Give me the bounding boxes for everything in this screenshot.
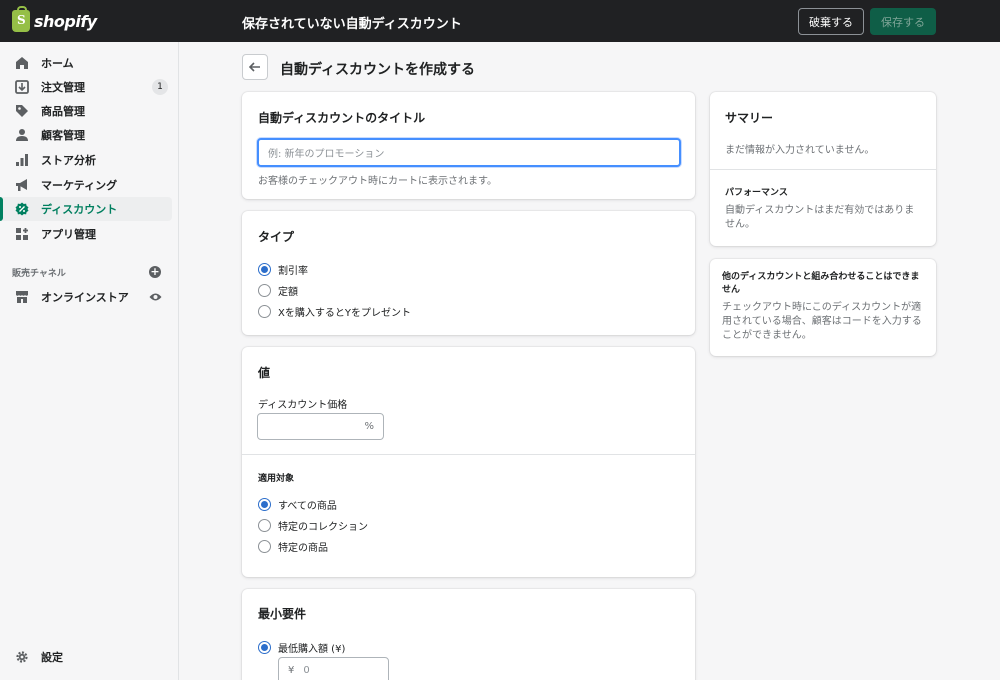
type-card: タイプ 割引率 定額 Xを購入するとYをプレゼント [242,211,695,335]
sidebar-item-marketing[interactable]: マーケティング [0,173,172,197]
radio-label: すべての商品 [278,501,337,512]
home-icon [15,56,29,70]
minimum-requirements-card: 最小要件 最低購入額 (¥) ¥ 0 [242,589,695,680]
sidebar-item-label: ストア分析 [41,154,96,167]
divider [242,454,695,455]
sidebar-item-orders[interactable]: 注文管理 1 [0,75,172,99]
person-icon [15,128,29,142]
applies-option-collections[interactable]: 特定のコレクション [258,518,368,533]
amount-value: 0 [303,665,310,676]
page-title: 自動ディスカウントを作成する [280,62,476,78]
radio-label: 特定のコレクション [278,522,368,533]
summary-card: サマリー まだ情報が入力されていません。 パフォーマンス 自動ディスカウントはま… [710,92,936,246]
add-channel-icon[interactable]: + [149,266,161,278]
minimum-amount-input[interactable]: ¥ 0 [278,657,389,680]
sidebar-item-label: 注文管理 [41,81,85,94]
top-bar: shopify 保存されていない自動ディスカウント 破棄する 保存する [0,0,1000,42]
gear-icon [15,650,29,664]
save-button[interactable]: 保存する [870,8,936,35]
type-option-percentage[interactable]: 割引率 [258,262,308,277]
analytics-icon [15,153,29,167]
unsaved-title: 保存されていない自動ディスカウント [242,17,462,32]
radio-label: Xを購入するとYをプレゼント [278,308,411,319]
radio[interactable] [258,540,271,553]
sidebar-item-analytics[interactable]: ストア分析 [0,148,172,172]
radio-checked[interactable] [258,498,271,511]
shopping-bag-icon [12,6,30,32]
applies-to-heading: 適用対象 [258,474,295,484]
shopify-logo[interactable]: shopify [0,6,178,32]
sidebar: ホーム 注文管理 1 商品管理 顧客管理 ストア分析 マーケティング ディスカウ… [0,42,179,680]
radio[interactable] [258,284,271,297]
discount-price-label: ディスカウント価格 [258,400,348,411]
radio-label: 割引率 [278,266,308,277]
applies-option-all-products[interactable]: すべての商品 [258,497,337,512]
performance-heading: パフォーマンス [725,188,788,198]
discount-price-input[interactable]: % [257,413,384,440]
orders-count-badge: 1 [152,79,168,95]
radio-label: 最低購入額 (¥) [278,644,346,655]
percent-suffix: % [364,421,374,432]
orders-icon [15,80,29,94]
discount-title-input[interactable]: 例: 新年のプロモーション [257,138,681,167]
applies-option-products[interactable]: 特定の商品 [258,539,328,554]
type-option-fixed[interactable]: 定額 [258,283,298,298]
sidebar-item-online-store[interactable]: オンラインストア [0,285,172,309]
tag-icon [15,104,29,118]
sidebar-item-label: 商品管理 [41,105,85,118]
sidebar-item-discounts[interactable]: ディスカウント [0,197,172,221]
arrow-left-icon [249,62,260,72]
sidebar-item-label: 設定 [41,651,63,664]
performance-text: 自動ディスカウントはまだ有効ではありません。 [725,205,915,230]
sidebar-item-label: 顧客管理 [41,129,85,142]
combination-card: 他のディスカウントと組み合わせることはできません チェックアウト時にこのディスカ… [710,259,936,356]
sidebar-item-label: オンラインストア [41,291,129,304]
radio[interactable] [258,519,271,532]
sidebar-item-label: マーケティング [41,179,118,192]
discard-button[interactable]: 破棄する [798,8,864,35]
discount-title-placeholder: 例: 新年のプロモーション [268,149,385,160]
apps-icon [15,227,29,241]
sales-channels-heading: 販売チャネル [12,269,66,279]
sidebar-item-apps[interactable]: アプリ管理 [0,222,172,246]
divider [710,169,936,170]
combination-heading: 他のディスカウントと組み合わせることはできません [722,272,920,295]
sidebar-item-settings[interactable]: 設定 [0,645,172,669]
title-card-heading: 自動ディスカウントのタイトル [258,111,426,125]
value-card-heading: 値 [258,366,271,380]
min-card-heading: 最小要件 [258,607,307,621]
min-option-purchase-amount[interactable]: 最低購入額 (¥) [258,640,345,655]
yen-prefix: ¥ [288,665,295,676]
store-icon [15,290,29,304]
radio-label: 定額 [278,287,298,298]
sidebar-item-label: ディスカウント [41,203,118,216]
radio[interactable] [258,305,271,318]
eye-icon[interactable] [149,292,162,305]
summary-heading: サマリー [725,111,774,125]
logo-text: shopify [34,11,97,31]
megaphone-icon [15,178,29,192]
summary-empty-text: まだ情報が入力されていません。 [725,145,875,156]
discount-icon [15,202,29,216]
radio-label: 特定の商品 [278,543,328,554]
sidebar-item-customers[interactable]: 顧客管理 [0,123,172,147]
type-option-bxgy[interactable]: Xを購入するとYをプレゼント [258,304,411,319]
title-card: 自動ディスカウントのタイトル 例: 新年のプロモーション お客様のチェックアウト… [242,92,695,199]
back-button[interactable] [242,54,268,80]
sidebar-item-label: アプリ管理 [41,228,96,241]
sidebar-item-label: ホーム [41,57,74,70]
title-help-text: お客様のチェックアウト時にカートに表示されます。 [258,176,497,187]
sidebar-item-products[interactable]: 商品管理 [0,99,172,123]
type-card-heading: タイプ [258,230,295,244]
sidebar-item-home[interactable]: ホーム [0,51,172,75]
value-card: 値 ディスカウント価格 % 適用対象 すべての商品 特定のコレクション 特定の商… [242,347,695,577]
combination-text: チェックアウト時にこのディスカウントが適用されている場合、顧客はコードを入力する… [722,302,922,341]
radio-checked[interactable] [258,641,271,654]
radio-checked[interactable] [258,263,271,276]
